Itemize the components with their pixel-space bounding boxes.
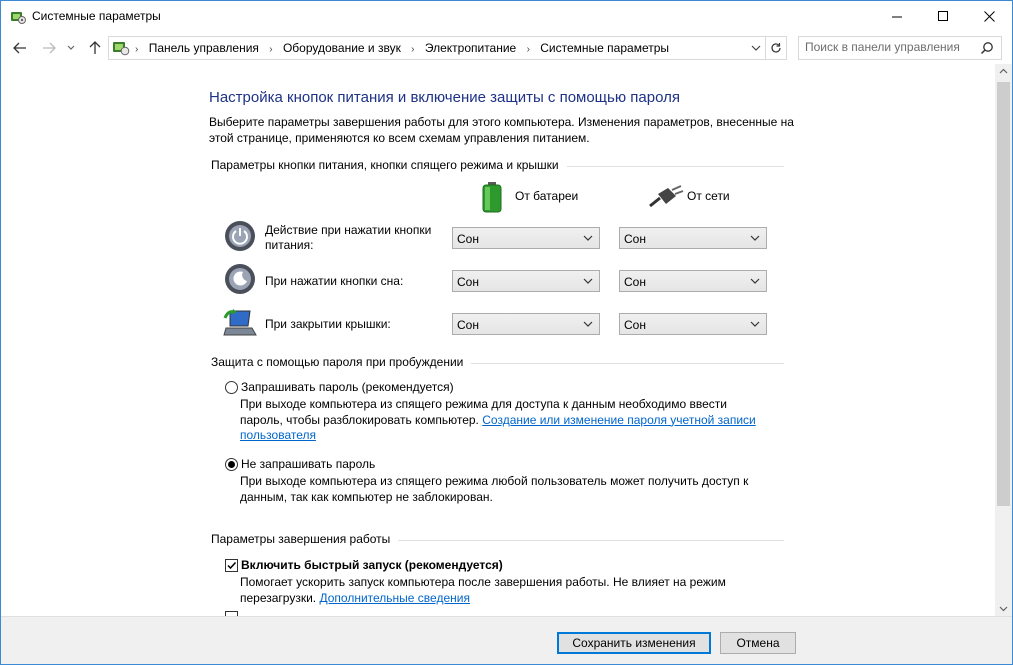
search-icon[interactable] — [980, 41, 994, 55]
forward-button[interactable] — [39, 38, 59, 58]
chevron-down-icon — [750, 321, 760, 327]
up-button[interactable] — [85, 38, 105, 58]
search-box[interactable] — [798, 36, 1002, 60]
battery-icon — [482, 182, 502, 213]
power-button-plugged-select[interactable]: Сон — [619, 227, 767, 249]
chevron-down-icon — [583, 321, 593, 327]
page-title: Настройка кнопок питания и включение защ… — [209, 89, 680, 106]
footer-bar: Сохранить изменения Отмена — [1, 616, 1012, 664]
power-buttons-section-header: Параметры кнопки питания, кнопки спящего… — [211, 158, 784, 174]
lid-close-plugged-select[interactable]: Сон — [619, 313, 767, 335]
scrollbar-thumb[interactable] — [997, 82, 1010, 506]
power-button-icon — [225, 221, 255, 251]
vertical-scrollbar[interactable] — [995, 64, 1012, 616]
scroll-down-icon[interactable] — [999, 606, 1008, 612]
chevron-down-icon — [583, 278, 593, 284]
breadcrumb: › Панель управления › Оборудование и зву… — [135, 41, 669, 55]
refresh-icon — [771, 43, 781, 53]
sleep-button-action-label: При нажатии кнопки сна: — [265, 274, 404, 288]
breadcrumb-hardware-sound[interactable]: Оборудование и звук — [283, 41, 401, 55]
dont-require-password-radio[interactable] — [225, 458, 238, 471]
create-change-password-link[interactable]: Создание или изменение пароля учетной за… — [482, 413, 756, 427]
content-pane: Настройка кнопок питания и включение защ… — [1, 64, 995, 616]
save-changes-button[interactable]: Сохранить изменения — [557, 632, 711, 654]
power-button-battery-select[interactable]: Сон — [452, 227, 600, 249]
section-title: Защита с помощью пароля при пробуждении — [211, 355, 472, 369]
dont-require-password-description-line2: данным, так как компьютер не заблокирова… — [240, 489, 493, 504]
breadcrumb-control-panel[interactable]: Панель управления — [149, 41, 259, 55]
window: Системные параметры › Панель управления … — [0, 0, 1013, 665]
address-bar[interactable]: › Панель управления › Оборудование и зву… — [108, 36, 766, 60]
minimize-button[interactable] — [874, 1, 920, 32]
breadcrumb-separator-icon[interactable]: › — [411, 44, 414, 55]
search-input[interactable] — [805, 39, 975, 55]
breadcrumb-system-settings[interactable]: Системные параметры — [540, 41, 669, 55]
require-password-description-line2: пароль, чтобы разблокировать компьютер. … — [240, 412, 756, 427]
title-bar: Системные параметры — [1, 1, 1012, 32]
power-button-action-label: Действие при нажатии кнопки питания: — [265, 223, 432, 252]
fast-startup-description-line2: перезагрузки. Дополнительные сведения — [240, 590, 470, 605]
sleep-button-battery-select[interactable]: Сон — [452, 270, 600, 292]
close-icon — [983, 11, 995, 22]
chevron-down-icon — [750, 235, 760, 241]
lid-close-action-label: При закрытии крышки: — [265, 317, 391, 331]
navigation-bar: › Панель управления › Оборудование и зву… — [1, 32, 1012, 64]
chevron-down-icon — [750, 278, 760, 284]
control-panel-icon — [113, 42, 130, 56]
intro-text-line2: этой странице, применяются ко всем схема… — [209, 131, 590, 145]
checkmark-icon — [227, 561, 237, 570]
sleep-button-plugged-select[interactable]: Сон — [619, 270, 767, 292]
fast-startup-checkbox[interactable] — [225, 559, 238, 572]
maximize-button[interactable] — [920, 1, 966, 32]
require-password-description-line1: При выходе компьютера из спящего режима … — [240, 397, 727, 411]
breadcrumb-separator-icon[interactable]: › — [269, 44, 272, 55]
dont-require-password-label[interactable]: Не запрашивать пароль — [241, 457, 375, 471]
create-change-password-link-continued[interactable]: пользователя — [240, 428, 316, 442]
password-section-header: Защита с помощью пароля при пробуждении — [211, 355, 784, 371]
chevron-down-icon — [67, 45, 75, 50]
laptop-lid-icon — [223, 309, 257, 336]
require-password-radio[interactable] — [225, 381, 238, 394]
fast-startup-description-line1: Помогает ускорить запуск компьютера посл… — [240, 575, 726, 589]
shutdown-section-header: Параметры завершения работы — [211, 532, 784, 548]
section-title: Параметры кнопки питания, кнопки спящего… — [211, 158, 567, 172]
cancel-button[interactable]: Отмена — [720, 632, 796, 654]
close-button[interactable] — [966, 1, 1012, 32]
minimize-icon — [891, 16, 902, 18]
require-password-description-line3: пользователя — [240, 428, 316, 444]
power-plug-icon — [649, 185, 684, 208]
back-button[interactable] — [10, 38, 30, 58]
breadcrumb-power-options[interactable]: Электропитание — [425, 41, 516, 55]
section-title: Параметры завершения работы — [211, 532, 399, 546]
control-panel-app-icon — [11, 12, 26, 24]
require-password-label[interactable]: Запрашивать пароль (рекомендуется) — [241, 380, 454, 394]
recent-locations-button[interactable] — [64, 38, 78, 58]
breadcrumb-separator-icon[interactable]: › — [527, 44, 530, 55]
arrow-right-icon — [43, 42, 56, 54]
arrow-left-icon — [13, 42, 26, 54]
window-title: Системные параметры — [32, 9, 161, 23]
column-header-battery: От батареи — [515, 189, 579, 203]
address-dropdown-icon[interactable] — [749, 40, 763, 56]
scroll-up-icon[interactable] — [999, 68, 1008, 74]
chevron-down-icon — [583, 235, 593, 241]
refresh-button[interactable] — [766, 36, 787, 60]
column-header-plugged-in: От сети — [687, 189, 730, 203]
lid-close-battery-select[interactable]: Сон — [452, 313, 600, 335]
more-info-link[interactable]: Дополнительные сведения — [319, 591, 469, 605]
fast-startup-label[interactable]: Включить быстрый запуск (рекомендуется) — [241, 558, 503, 572]
maximize-icon — [937, 11, 948, 21]
sleep-button-icon — [225, 264, 255, 294]
dont-require-password-description-line1: При выходе компьютера из спящего режима … — [240, 474, 749, 488]
arrow-up-icon — [89, 41, 101, 54]
intro-text-line1: Выберите параметры завершения работы для… — [209, 115, 794, 129]
breadcrumb-separator-icon: › — [135, 44, 139, 55]
